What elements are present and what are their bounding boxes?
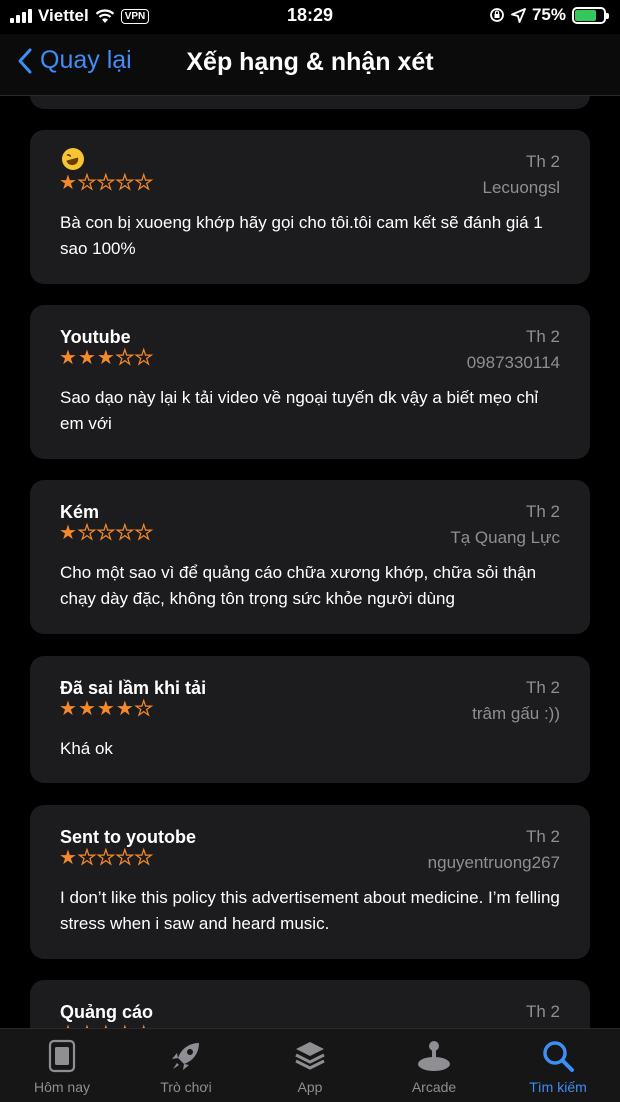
status-bar: Viettel VPN 18:29 75% (0, 0, 620, 34)
rotation-lock-icon (490, 8, 504, 22)
status-right: 75% (489, 5, 609, 25)
star-filled-icon: ★ (59, 698, 77, 720)
rofl-emoji-icon (62, 148, 84, 170)
star-filled-icon: ★ (77, 347, 96, 369)
tab-search[interactable]: Tìm kiếm (496, 1039, 620, 1095)
tab-label: App (297, 1079, 323, 1095)
star-filled-icon: ★ (96, 347, 115, 369)
star-filled-icon: ★ (96, 698, 115, 720)
review-card[interactable]: Kém Th 2 ★ ★ ★ ★ ★ Tạ Quang Lực Cho một sao … (30, 480, 590, 634)
star-empty-icon: ★ (96, 846, 115, 869)
star-rating: ★★★★★ (59, 521, 153, 544)
today-icon (48, 1039, 76, 1073)
star-filled-icon: ★ (77, 698, 96, 720)
tab-arcade[interactable]: Arcade (372, 1039, 496, 1095)
review-title: Đã sai lầm khi tải (60, 678, 207, 698)
star-filled-icon: ★ (115, 698, 134, 720)
star-filled-icon: ★ (59, 347, 77, 369)
star-empty-icon: ★ (134, 846, 153, 869)
tab-bar: Hôm nay Trò chơi App Arcade Tìm kiếm (0, 1028, 620, 1102)
review-date: Th 2 (525, 827, 560, 846)
review-date: Th 2 (525, 327, 560, 346)
review-date: Th 2 (525, 1002, 560, 1021)
review-date: Th 2 (525, 152, 560, 171)
tab-apps[interactable]: App (248, 1039, 372, 1095)
review-author: nguyentruong267 (427, 853, 560, 872)
star-empty-icon: ★ (115, 846, 134, 869)
review-author: Tạ Quang Lực (450, 528, 560, 547)
review-card[interactable]: Th 2 ★ ★ ★ ★ ★ Lecuongsl Bà con bị xuoeng kh… (30, 130, 590, 284)
review-card-previous (30, 96, 590, 109)
review-date: Th 2 (525, 502, 560, 521)
review-card[interactable]: Sent to youtobe Th 2 ★ ★ ★ ★ ★ nguyentruong2… (30, 805, 590, 959)
review-title: Sent to youtobe (60, 827, 196, 847)
star-empty-icon: ★ (77, 846, 96, 869)
review-author: trâm gấu :)) (472, 704, 560, 723)
star-empty-icon: ★ (134, 171, 153, 194)
star-empty-icon: ★ (134, 346, 153, 369)
rocket-icon (172, 1043, 199, 1070)
star-filled-icon: ★ (59, 847, 77, 869)
review-author: Lecuongsl (482, 178, 560, 197)
review-card[interactable]: Youtube Th 2 ★ ★ ★ ★ ★ 0987330114 Sao dạo nà… (30, 305, 590, 459)
joystick-icon (418, 1041, 450, 1071)
page-title: Xếp hạng & nhận xét (186, 48, 434, 76)
review-title: Youtube (60, 327, 131, 347)
review-author: 0987330114 (466, 353, 560, 372)
star-rating: ★★★★★ (59, 171, 153, 194)
star-empty-icon: ★ (134, 521, 153, 544)
review-card[interactable]: Quảng cáo Th 2 ★★★★★ (30, 980, 590, 1028)
review-title: Kém (60, 502, 100, 522)
battery-icon (572, 6, 609, 24)
star-empty-icon: ★ (96, 171, 115, 194)
tab-label: Trò chơi (160, 1079, 212, 1095)
star-rating: ★★★★★ (59, 346, 153, 369)
star-filled-icon: ★ (59, 172, 77, 194)
review-body: Khá ok (60, 739, 113, 758)
layers-icon (295, 1042, 325, 1070)
review-body: Bà con bị xuoeng khớp hãy gọi cho tôi.tô… (60, 213, 543, 258)
review-card[interactable]: Đã sai lầm khi tải Th 2 ★ ★ ★ ★ ★ trâm gấu :… (30, 656, 590, 783)
tab-games[interactable]: Trò chơi (124, 1039, 248, 1095)
star-empty-icon: ★ (77, 171, 96, 194)
tab-label: Arcade (411, 1079, 457, 1095)
star-empty-icon: ★ (115, 171, 134, 194)
battery-percent: 75% (531, 5, 566, 24)
review-title: Quảng cáo (60, 1002, 154, 1022)
navigation-bar: Quay lại Xếp hạng & nhận xét (0, 34, 620, 96)
review-body: Sao dạo này lại k tải video về ngoại tuy… (60, 388, 539, 433)
review-body: Cho một sao vì để quảng cáo chữa xương k… (60, 563, 537, 608)
review-date: Th 2 (525, 678, 560, 697)
star-empty-icon: ★ (115, 521, 134, 544)
star-filled-icon: ★ (59, 522, 77, 544)
star-empty-icon: ★ (77, 521, 96, 544)
review-body: I don’t like this policy this advertisem… (60, 888, 560, 933)
location-icon (511, 7, 526, 23)
star-rating: ★★★★★ (59, 697, 153, 720)
tab-label: Hôm nay (33, 1079, 91, 1095)
search-icon (543, 1041, 574, 1072)
star-empty-icon: ★ (134, 697, 153, 720)
star-rating: ★★★★★ (59, 846, 153, 869)
tab-label: Tìm kiếm (529, 1079, 587, 1095)
reviews-list[interactable]: Th 2 ★ ★ ★ ★ ★ Lecuongsl Bà con bị xuoeng kh… (0, 96, 620, 1028)
tab-today[interactable]: Hôm nay (0, 1039, 124, 1095)
star-empty-icon: ★ (115, 346, 134, 369)
star-empty-icon: ★ (96, 521, 115, 544)
